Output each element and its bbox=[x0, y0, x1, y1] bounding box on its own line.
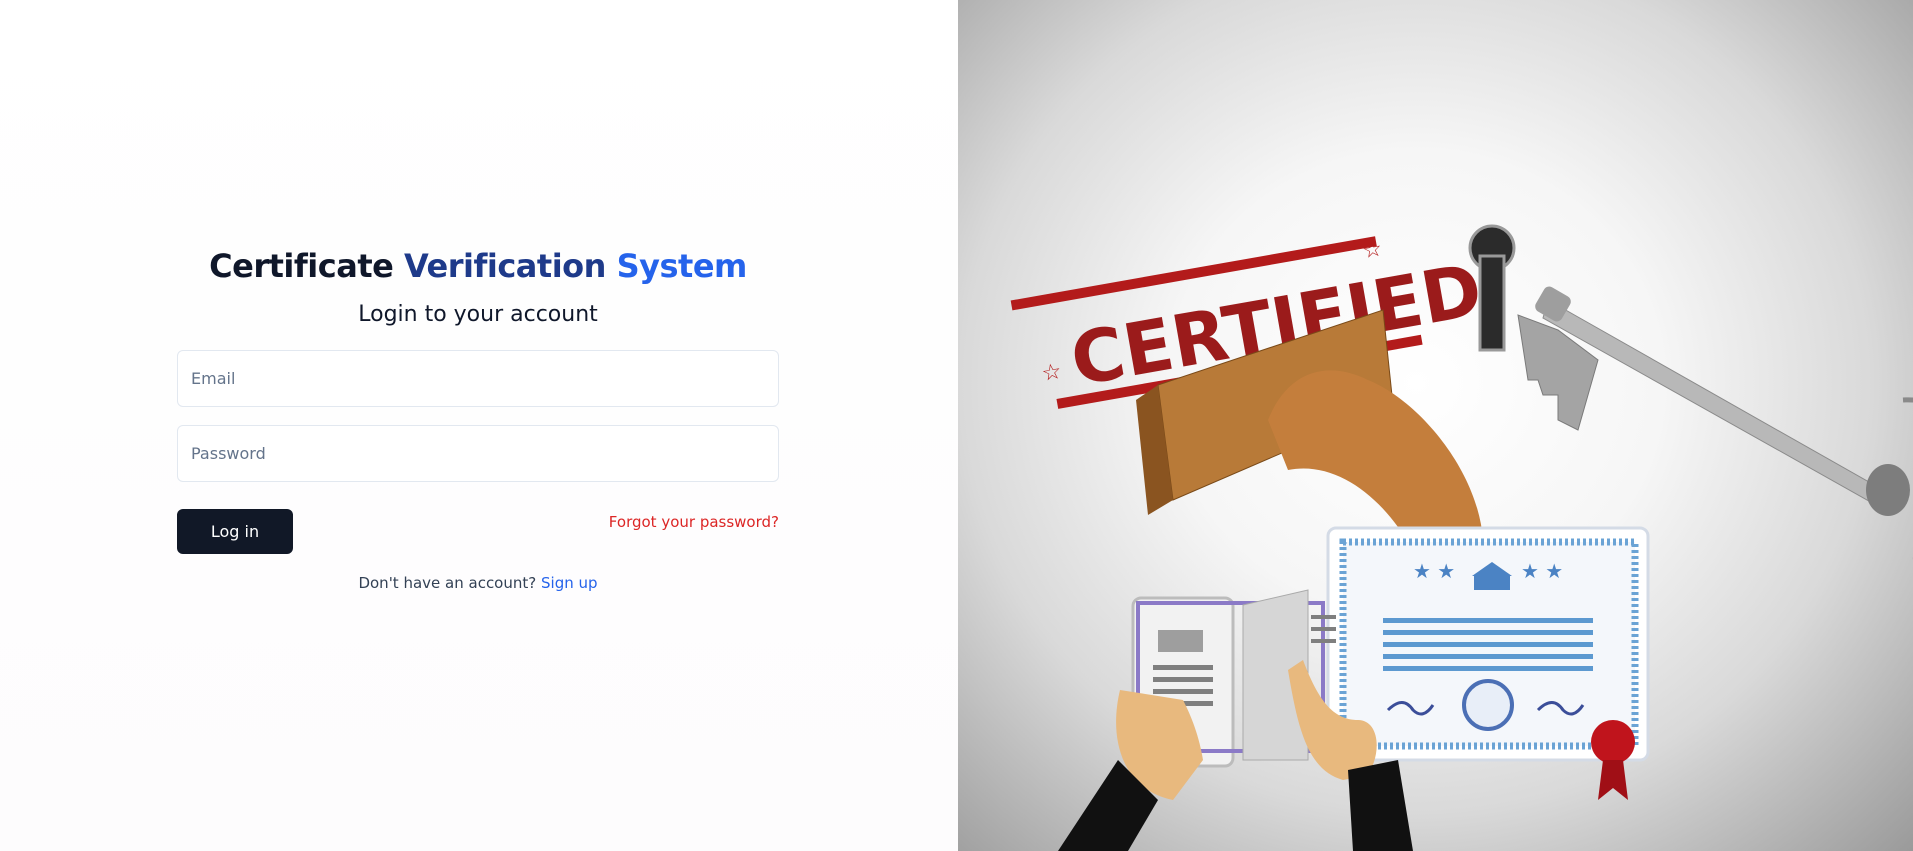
login-button[interactable]: Log in bbox=[177, 509, 293, 554]
form-actions: Log in Forgot your password? bbox=[177, 509, 779, 554]
title-word-certificate: Certificate bbox=[209, 247, 394, 285]
signup-prompt: Don't have an account? bbox=[358, 574, 537, 592]
email-field[interactable] bbox=[177, 350, 779, 407]
page-subtitle: Login to your account bbox=[358, 302, 598, 327]
svg-text:☆: ☆ bbox=[1360, 236, 1384, 264]
signup-row: Don't have an account? Sign up bbox=[177, 574, 779, 592]
title-word-verification: Verification bbox=[403, 247, 606, 285]
svg-text:★ ★: ★ ★ bbox=[1521, 559, 1563, 583]
forgot-password-link[interactable]: Forgot your password? bbox=[609, 513, 779, 531]
app-title: Certificate Verification System bbox=[177, 244, 779, 288]
password-field[interactable] bbox=[177, 425, 779, 482]
login-form: Certificate Verification System Login to… bbox=[177, 244, 779, 592]
hero-illustration: CERTIFIED ☆ ☆ ★ ★ ★ ★ bbox=[958, 0, 1913, 851]
svg-text:★ ★: ★ ★ bbox=[1413, 559, 1455, 583]
certificate-illustration: ★ ★ ★ ★ bbox=[1326, 526, 1650, 800]
svg-text:☆: ☆ bbox=[1040, 359, 1064, 387]
key-illustration bbox=[1517, 286, 1913, 560]
signup-link[interactable]: Sign up bbox=[541, 574, 598, 592]
login-panel: Certificate Verification System Login to… bbox=[0, 0, 958, 851]
certification-illustration: CERTIFIED ☆ ☆ ★ ★ ★ ★ bbox=[1010, 224, 1913, 851]
title-word-system: System bbox=[616, 247, 748, 285]
